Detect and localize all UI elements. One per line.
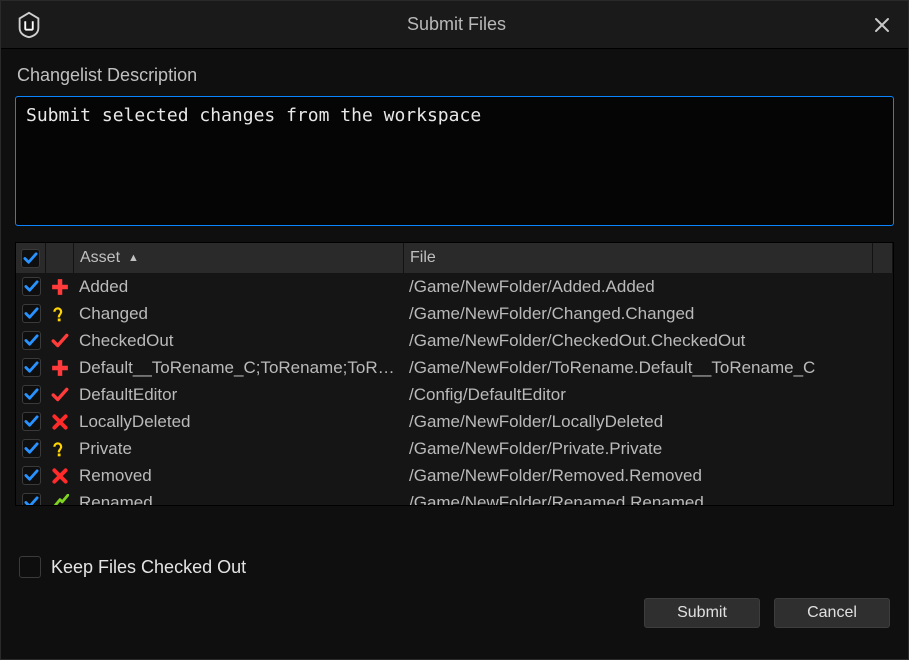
row-file-cell: /Game/NewFolder/Private.Private	[404, 439, 893, 459]
row-checkbox-cell	[16, 466, 46, 485]
table-row[interactable]: Added/Game/NewFolder/Added.Added	[16, 273, 893, 300]
table-row[interactable]: Changed/Game/NewFolder/Changed.Changed	[16, 300, 893, 327]
close-icon	[874, 17, 890, 33]
row-asset-cell: LocallyDeleted	[74, 412, 404, 432]
keep-files-row: Keep Files Checked Out	[19, 556, 894, 578]
table-body[interactable]: Added/Game/NewFolder/Added.AddedChanged/…	[16, 273, 893, 505]
changelist-description-input[interactable]	[15, 96, 894, 226]
table-row[interactable]: CheckedOut/Game/NewFolder/CheckedOut.Che…	[16, 327, 893, 354]
files-table: Asset ▲ File Added/Game/NewFolder/Added.…	[15, 242, 894, 506]
row-status-cell	[46, 467, 74, 485]
added-status-icon	[51, 278, 69, 296]
row-checkbox-cell	[16, 277, 46, 296]
close-button[interactable]	[866, 9, 898, 41]
table-row[interactable]: Renamed/Game/NewFolder/Renamed.Renamed	[16, 489, 893, 505]
row-checkbox[interactable]	[22, 439, 41, 458]
added-status-icon	[51, 359, 69, 377]
row-status-cell	[46, 278, 74, 296]
deleted-status-icon	[51, 413, 69, 431]
row-asset-cell: Added	[74, 277, 404, 297]
row-checkbox-cell	[16, 412, 46, 431]
row-status-cell	[46, 332, 74, 350]
scroll-gutter-header	[873, 243, 893, 273]
changed-status-icon	[51, 305, 69, 323]
file-column-header[interactable]: File	[404, 243, 873, 273]
row-status-cell	[46, 440, 74, 458]
row-file-cell: /Game/NewFolder/Added.Added	[404, 277, 893, 297]
row-asset-cell: Private	[74, 439, 404, 459]
keep-files-label: Keep Files Checked Out	[51, 557, 246, 578]
row-file-cell: /Game/NewFolder/LocallyDeleted	[404, 412, 893, 432]
row-status-cell	[46, 305, 74, 323]
row-asset-cell: Changed	[74, 304, 404, 324]
table-row[interactable]: DefaultEditor/Config/DefaultEditor	[16, 381, 893, 408]
row-checkbox[interactable]	[22, 277, 41, 296]
row-asset-cell: Default__ToRename_C;ToRename;ToRename	[74, 358, 404, 378]
row-file-cell: /Game/NewFolder/ToRename.Default__ToRena…	[404, 358, 893, 378]
row-status-cell	[46, 494, 74, 506]
submit-button[interactable]: Submit	[644, 598, 760, 628]
keep-files-checkbox[interactable]	[19, 556, 41, 578]
row-checkbox[interactable]	[22, 466, 41, 485]
row-status-cell	[46, 386, 74, 404]
select-all-cell	[16, 243, 46, 273]
status-header	[46, 243, 74, 273]
deleted-status-icon	[51, 467, 69, 485]
asset-column-label: Asset	[80, 249, 120, 267]
row-checkbox[interactable]	[22, 493, 41, 505]
row-file-cell: /Game/NewFolder/Renamed.Renamed	[404, 493, 893, 506]
table-row[interactable]: Private/Game/NewFolder/Private.Private	[16, 435, 893, 462]
row-checkbox[interactable]	[22, 385, 41, 404]
row-file-cell: /Game/NewFolder/Changed.Changed	[404, 304, 893, 324]
row-asset-cell: Removed	[74, 466, 404, 486]
checkedout-status-icon	[51, 332, 69, 350]
dialog-buttons: Submit Cancel	[15, 598, 894, 628]
row-checkbox-cell	[16, 331, 46, 350]
file-column-label: File	[410, 249, 436, 267]
titlebar: Submit Files	[1, 1, 908, 49]
row-checkbox-cell	[16, 385, 46, 404]
row-file-cell: /Game/NewFolder/CheckedOut.CheckedOut	[404, 331, 893, 351]
window-title: Submit Files	[47, 14, 866, 35]
row-checkbox[interactable]	[22, 358, 41, 377]
row-checkbox[interactable]	[22, 304, 41, 323]
table-row[interactable]: LocallyDeleted/Game/NewFolder/LocallyDel…	[16, 408, 893, 435]
changed-status-icon	[51, 440, 69, 458]
changelist-description-label: Changelist Description	[17, 65, 894, 86]
asset-column-header[interactable]: Asset ▲	[74, 243, 404, 273]
row-asset-cell: Renamed	[74, 493, 404, 506]
checkedout-status-icon	[51, 386, 69, 404]
table-header: Asset ▲ File	[16, 243, 893, 273]
select-all-checkbox[interactable]	[21, 249, 40, 268]
row-checkbox-cell	[16, 304, 46, 323]
row-file-cell: /Config/DefaultEditor	[404, 385, 893, 405]
table-row[interactable]: Default__ToRename_C;ToRename;ToRename/Ga…	[16, 354, 893, 381]
row-file-cell: /Game/NewFolder/Removed.Removed	[404, 466, 893, 486]
row-asset-cell: DefaultEditor	[74, 385, 404, 405]
row-checkbox-cell	[16, 358, 46, 377]
row-checkbox-cell	[16, 439, 46, 458]
renamed-status-icon	[51, 494, 69, 506]
row-status-cell	[46, 359, 74, 377]
cancel-button[interactable]: Cancel	[774, 598, 890, 628]
row-asset-cell: CheckedOut	[74, 331, 404, 351]
row-checkbox[interactable]	[22, 331, 41, 350]
row-status-cell	[46, 413, 74, 431]
row-checkbox-cell	[16, 493, 46, 505]
table-row[interactable]: Removed/Game/NewFolder/Removed.Removed	[16, 462, 893, 489]
dialog-content: Changelist Description Asset ▲ File Adde…	[1, 49, 908, 642]
sort-ascending-icon: ▲	[128, 252, 139, 264]
app-logo-icon	[11, 7, 47, 43]
row-checkbox[interactable]	[22, 412, 41, 431]
